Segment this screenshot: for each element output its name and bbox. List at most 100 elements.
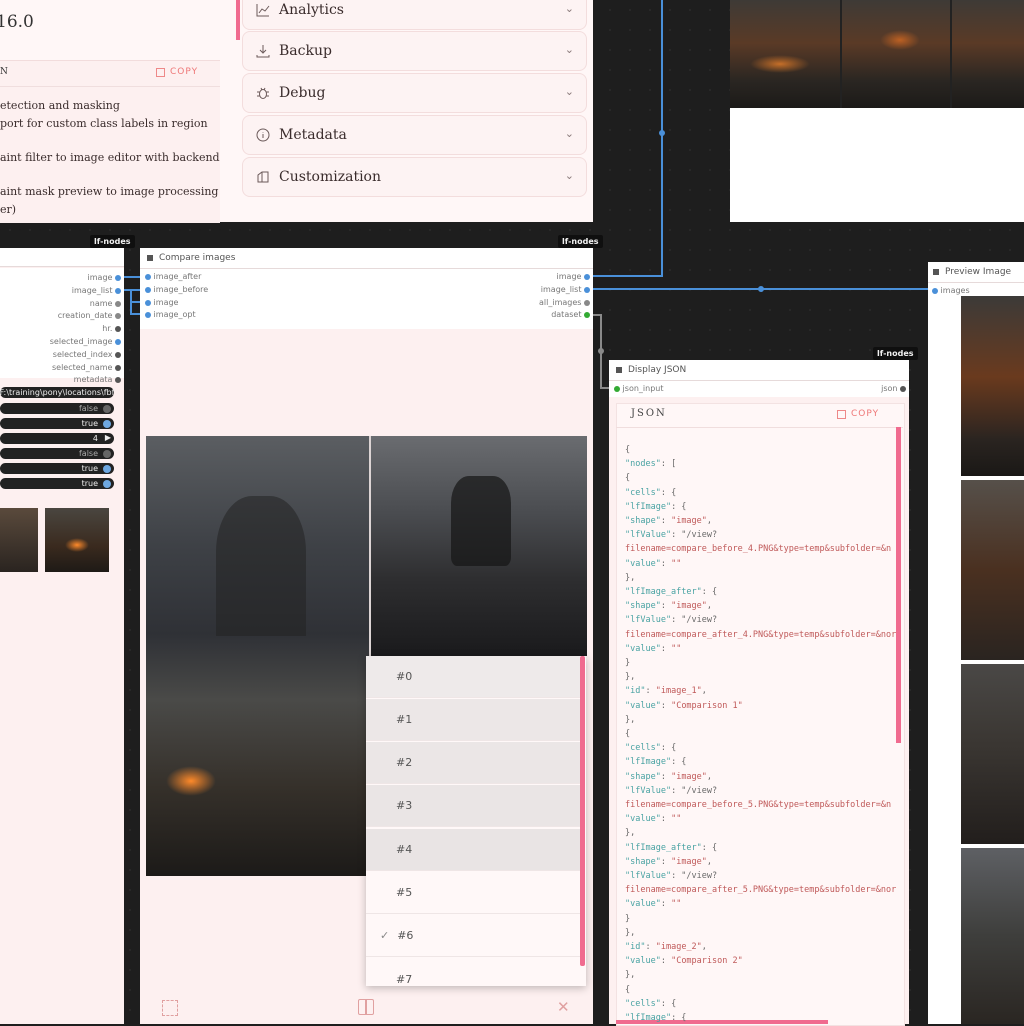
compare-after-image[interactable] [371,436,587,656]
output-slot-image[interactable]: image [88,273,121,282]
node-header[interactable]: Compare images [140,248,593,269]
json-line: filename=compare_after_4.PNG&type=temp&s… [625,629,897,640]
check-icon: ✓ [380,929,390,942]
json-line: "id": "image_1", [625,686,707,697]
json-line: "shape": "image", [625,601,713,612]
dropdown-scrollbar[interactable] [580,656,585,966]
fit-icon[interactable] [162,1000,178,1016]
thumbnail[interactable] [0,508,38,572]
json-line: { [625,729,631,739]
json-line: "value": "" [625,899,682,910]
preview-image[interactable] [961,664,1024,844]
json-line: "value": "Comparison 1" [625,700,743,711]
json-scrollbar[interactable] [896,427,901,743]
node-collapse-icon[interactable] [147,255,153,261]
split-view-icon[interactable] [358,999,374,1015]
json-line: "cells": { [625,998,677,1009]
dropdown-option[interactable]: #5 [366,872,580,914]
output-slot-image-list[interactable]: image_list [541,285,590,294]
json-line: "lfValue": "/view? [625,615,718,626]
json-line: "lfImage_after": { [625,842,718,853]
json-line: }, [625,970,636,981]
dropdown-option[interactable]: #7 [366,958,580,986]
json-line: "lfImage": { [625,1013,687,1023]
json-line: "shape": "image", [625,856,713,867]
json-line: { [625,473,631,484]
toggle-false[interactable]: false [0,448,114,459]
json-line: { [625,445,631,455]
preview-image[interactable] [961,480,1024,660]
toggle-false[interactable]: false [0,403,114,414]
node-collapse-icon[interactable] [933,269,939,275]
json-line: filename=compare_after_5.PNG&type=temp&s… [625,885,897,896]
input-slot-images[interactable]: images [932,286,970,295]
json-line: "shape": "image", [625,516,713,526]
node-tag: lf-nodes [873,347,918,360]
json-line: "lfImage": { [625,501,687,512]
json-line: "id": "image_2", [625,942,707,952]
thumbnail[interactable] [45,508,109,572]
json-line: "value": "Comparison 2" [625,956,743,967]
node-tag: lf-nodes [90,235,135,248]
dropdown-option[interactable]: #1 [366,699,580,741]
json-line: }, [625,714,636,725]
json-line: "lfValue": "/view? [625,871,718,881]
json-line: filename=compare_before_4.PNG&type=temp&… [625,544,892,555]
number-stepper[interactable]: 4 ▶ [0,433,114,444]
output-slot-selected-name[interactable]: selected_name [52,363,121,372]
json-line: "lfValue": "/view? [625,785,718,796]
copy-icon [837,409,846,419]
output-slot-all-images[interactable]: all_images [539,298,590,307]
output-slot-name[interactable]: name [90,299,121,308]
json-line: }, [625,672,636,683]
output-slot-selected-index[interactable]: selected_index [53,350,121,359]
json-header: JSON [631,408,667,419]
json-line: "lfValue": "/view? [625,530,718,541]
dropdown-option[interactable]: #3 [366,785,580,827]
preview-image[interactable] [961,848,1024,1024]
output-slot-dataset[interactable]: dataset [551,310,590,319]
json-line: { [625,984,631,995]
dropdown-option[interactable]: #0 [366,656,580,698]
json-line: }, [625,927,636,938]
json-line: "cells": { [625,487,677,498]
toggle-true[interactable]: true [0,478,114,489]
dropdown-option[interactable]: #4 [366,829,580,871]
node-header[interactable]: Display JSON [609,360,909,381]
json-line: }, [625,828,636,839]
json-line: }, [625,572,636,583]
json-line: "value": "" [625,814,682,825]
output-slot-creation-date[interactable]: creation_date [58,311,121,320]
input-slot-image-before[interactable]: image_before [145,285,208,294]
output-slot-selected-image[interactable]: selected_image [50,337,121,346]
input-slot-image[interactable]: image [145,298,178,307]
close-icon[interactable]: ✕ [557,998,570,1016]
path-field[interactable]: F:\training\pony\locations\fbf [0,387,114,398]
copy-button[interactable]: COPY [837,409,879,419]
input-slot-json-input[interactable]: json_input [614,384,663,393]
json-line: "value": "" [625,558,682,569]
dropdown-option[interactable]: #2 [366,742,580,784]
load-images-node: image image_list name creation_date hr. … [0,248,124,1024]
node-collapse-icon[interactable] [616,367,622,373]
json-line: filename=compare_before_5.PNG&type=temp&… [625,800,892,810]
json-line: "cells": { [625,743,677,754]
toggle-true[interactable]: true [0,463,114,474]
json-line: "lfImage_after": { [625,587,718,597]
compare-before-image[interactable] [146,436,370,876]
preview-image[interactable] [961,296,1024,476]
toggle-true[interactable]: true [0,418,114,429]
preview-image-node: Preview Image images [928,262,1024,1024]
output-slot-image[interactable]: image [557,272,590,281]
output-slot-json[interactable]: json [881,384,906,393]
output-slot-hr[interactable]: hr. [102,324,121,333]
json-line: } [625,913,631,924]
output-slot-metadata[interactable]: metadata [74,375,121,384]
json-line: "nodes": [ [625,459,677,470]
input-slot-image-opt[interactable]: image_opt [145,310,196,319]
input-slot-image-after[interactable]: image_after [145,272,201,281]
json-line: "lfImage": { [625,757,687,768]
node-header[interactable]: Preview Image [928,262,1024,283]
output-slot-image-list[interactable]: image_list [72,286,121,295]
dropdown-option-selected[interactable]: ✓ #6 [366,915,580,957]
